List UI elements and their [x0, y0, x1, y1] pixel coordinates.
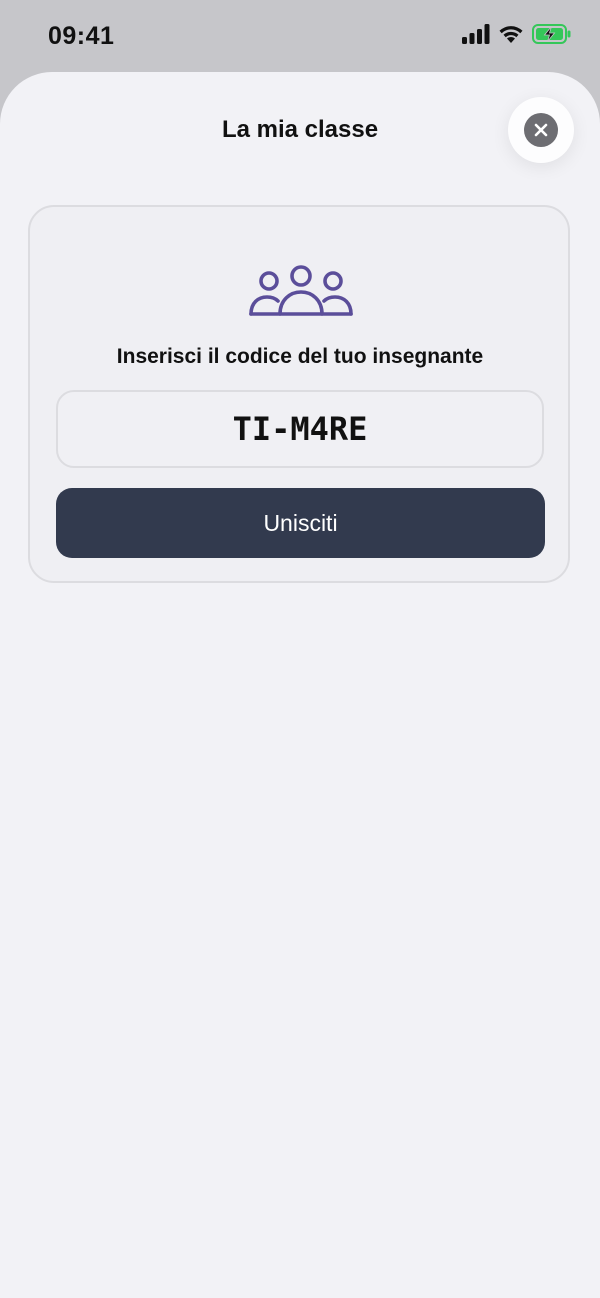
- wifi-icon: [499, 26, 523, 43]
- close-button[interactable]: [508, 97, 574, 163]
- cellular-signal-icon: [462, 24, 490, 44]
- status-bar: 09:41: [0, 0, 600, 72]
- people-group-icon: [249, 265, 353, 316]
- teacher-code-label: Inserisci il codice del tuo insegnante: [116, 345, 484, 368]
- teacher-code-input[interactable]: [56, 390, 544, 468]
- join-class-sheet: La mia classe Inserisci il codice del tu…: [0, 72, 600, 1298]
- battery-charging-icon: [532, 24, 571, 44]
- close-icon: [524, 113, 558, 147]
- join-class-card: Inserisci il codice del tuo insegnante U…: [28, 205, 570, 583]
- status-time: 09:41: [48, 22, 115, 50]
- status-icons: [462, 24, 572, 44]
- join-button[interactable]: Unisciti: [56, 488, 545, 558]
